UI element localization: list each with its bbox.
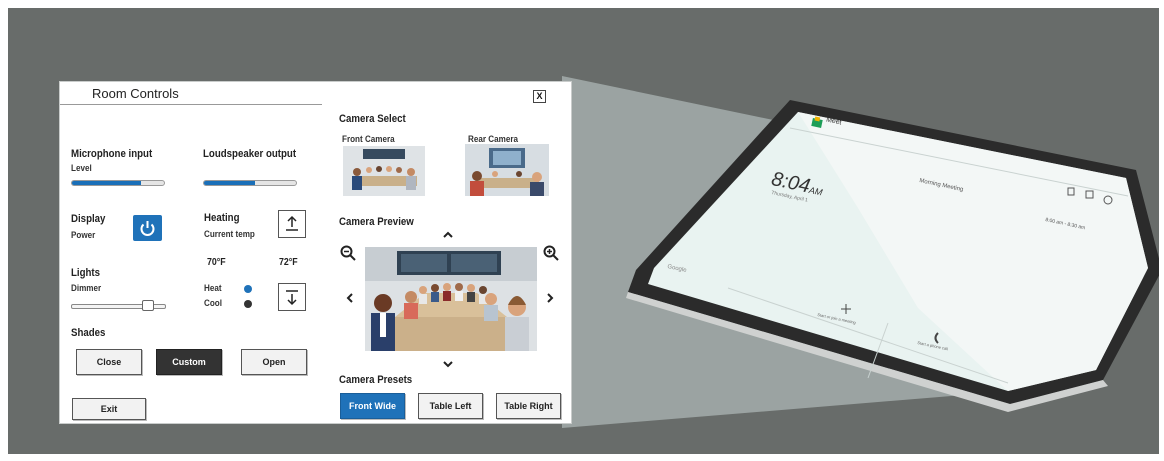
temp-up-button[interactable] bbox=[278, 210, 306, 238]
shades-open-button[interactable]: Open bbox=[241, 349, 307, 375]
front-camera-image bbox=[343, 146, 425, 196]
camera-presets-label: Camera Presets bbox=[339, 374, 413, 386]
rear-camera-label: Rear Camera bbox=[468, 134, 518, 144]
preset-table-right-button[interactable]: Table Right bbox=[496, 393, 561, 419]
arrow-up-icon bbox=[286, 215, 298, 231]
loudspeaker-label: Loudspeaker output bbox=[203, 148, 297, 160]
front-camera-label: Front Camera bbox=[342, 134, 395, 144]
power-icon bbox=[140, 221, 155, 236]
pan-down-chevron-icon[interactable] bbox=[442, 361, 454, 369]
display-power-button[interactable] bbox=[133, 215, 162, 241]
heat-label: Heat bbox=[204, 283, 222, 293]
zoom-in-icon[interactable] bbox=[543, 245, 559, 261]
front-camera-thumbnail[interactable] bbox=[343, 146, 425, 196]
shades-close-button[interactable]: Close bbox=[76, 349, 142, 375]
zoom-out-icon[interactable] bbox=[340, 245, 356, 261]
temp-right: 72°F bbox=[279, 257, 298, 268]
arrow-down-icon bbox=[286, 290, 298, 306]
heating-label: Heating bbox=[204, 212, 240, 224]
shades-custom-button[interactable]: Custom bbox=[156, 349, 222, 375]
preset-table-left-button[interactable]: Table Left bbox=[418, 393, 483, 419]
microphone-level-fill bbox=[72, 181, 141, 185]
display-label: Display bbox=[71, 213, 106, 225]
heat-indicator bbox=[244, 285, 252, 293]
microphone-sublabel: Level bbox=[71, 163, 92, 173]
microphone-level-bar[interactable] bbox=[71, 180, 165, 186]
camera-preview-label: Camera Preview bbox=[339, 216, 414, 228]
pan-right-chevron-icon[interactable] bbox=[546, 292, 554, 304]
exit-button[interactable]: Exit bbox=[72, 398, 146, 420]
dimmer-slider-thumb[interactable] bbox=[142, 300, 154, 311]
panel-title: Room Controls bbox=[92, 86, 179, 101]
pan-left-chevron-icon[interactable] bbox=[346, 292, 354, 304]
close-button[interactable]: X bbox=[533, 90, 546, 103]
heating-sublabel: Current temp bbox=[204, 229, 255, 239]
pan-up-chevron-icon[interactable] bbox=[442, 230, 454, 238]
loudspeaker-level-fill bbox=[204, 181, 255, 185]
display-sublabel: Power bbox=[71, 230, 96, 240]
room-controls-panel: Room Controls X Microphone input Level L… bbox=[59, 81, 572, 424]
title-bar: Room Controls bbox=[60, 82, 322, 105]
camera-preview-image[interactable] bbox=[365, 247, 537, 351]
lights-label: Lights bbox=[71, 267, 101, 279]
microphone-label: Microphone input bbox=[71, 148, 153, 160]
lights-sublabel: Dimmer bbox=[71, 283, 102, 293]
rear-camera-image bbox=[465, 144, 549, 196]
background-stage: Meet 8:04AM Thursday, April 1 Morning Me… bbox=[8, 8, 1159, 454]
cool-label: Cool bbox=[204, 298, 222, 308]
temp-left: 70°F bbox=[207, 257, 226, 268]
preset-front-wide-button[interactable]: Front Wide bbox=[340, 393, 405, 419]
temp-down-button[interactable] bbox=[278, 283, 306, 311]
cool-indicator bbox=[244, 300, 252, 308]
shades-label: Shades bbox=[71, 327, 106, 339]
camera-select-label: Camera Select bbox=[339, 113, 406, 125]
loudspeaker-level-bar[interactable] bbox=[203, 180, 297, 186]
tablet-ampm: AM bbox=[808, 184, 824, 198]
meeting-room-photo bbox=[365, 247, 537, 351]
rear-camera-thumbnail[interactable] bbox=[465, 144, 549, 196]
